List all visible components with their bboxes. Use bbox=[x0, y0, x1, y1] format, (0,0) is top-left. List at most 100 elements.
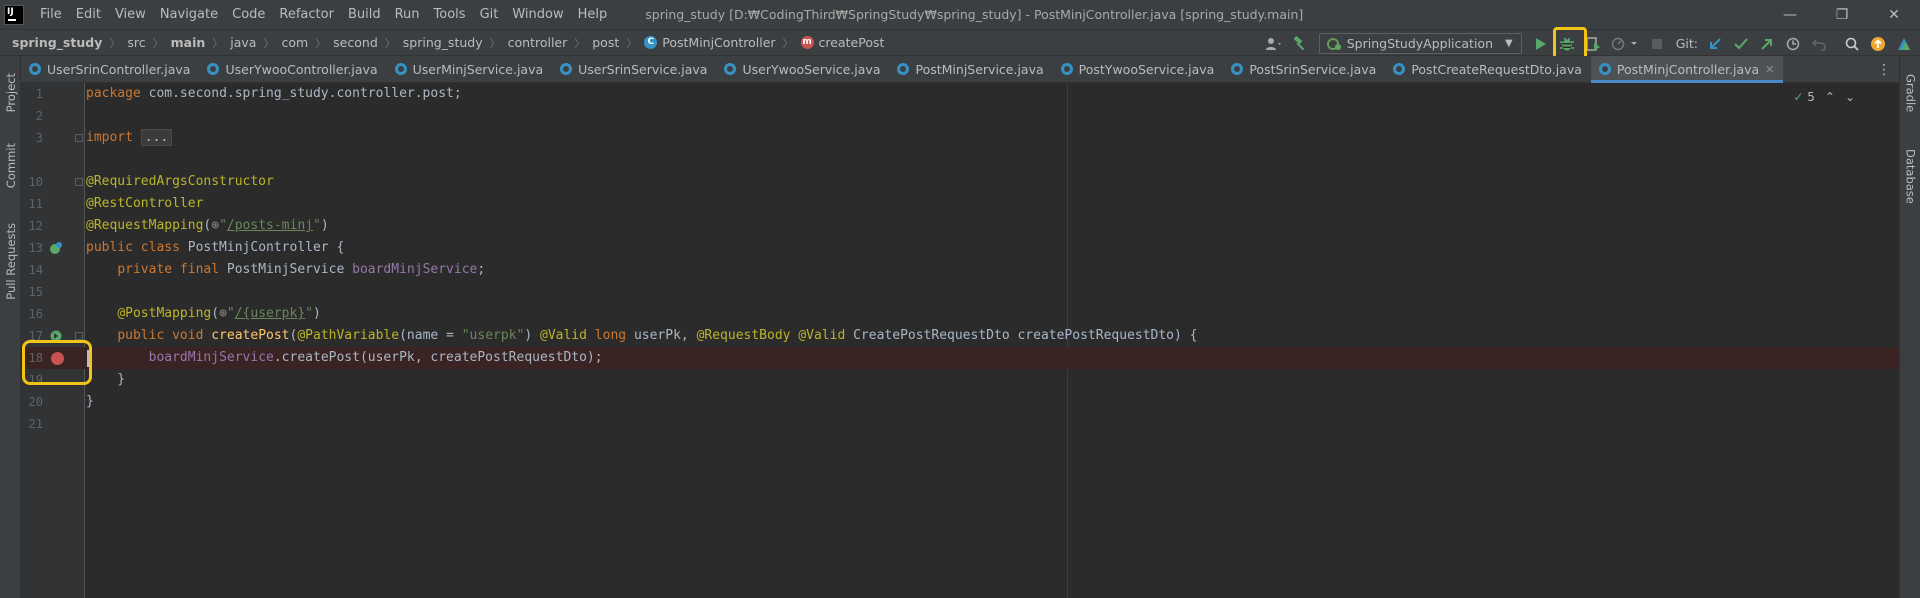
run-configuration-label: SpringStudyApplication bbox=[1346, 36, 1494, 51]
gradle-tool-tab[interactable]: Gradle bbox=[1900, 62, 1920, 124]
menu-build[interactable]: Build bbox=[348, 7, 381, 22]
line-number: 21 bbox=[28, 417, 43, 431]
class-icon: C bbox=[644, 36, 658, 49]
java-class-icon bbox=[724, 63, 737, 75]
java-class-icon bbox=[1598, 63, 1611, 75]
close-button[interactable]: ✕ bbox=[1868, 0, 1920, 29]
fold-icon[interactable] bbox=[75, 134, 83, 142]
tab-post-create-request-dto[interactable]: PostCreateRequestDto.java bbox=[1385, 56, 1591, 82]
build-hammer-icon[interactable] bbox=[1288, 33, 1312, 55]
menu-refactor[interactable]: Refactor bbox=[279, 7, 334, 22]
java-class-icon bbox=[207, 63, 220, 75]
more-tabs-icon[interactable]: ⋮ bbox=[1877, 62, 1891, 78]
project-tool-tab[interactable]: Project bbox=[0, 62, 21, 124]
profile-icon[interactable] bbox=[1607, 33, 1643, 55]
tab-user-srin-controller[interactable]: UserSrinController.java bbox=[21, 56, 199, 82]
crumb-method[interactable]: m createPost bbox=[800, 35, 884, 50]
run-configuration-select[interactable]: SpringStudyApplication ▼ bbox=[1318, 33, 1522, 54]
code-text: @RestController bbox=[86, 196, 204, 211]
tab-user-minj-service[interactable]: UserMinjService.java bbox=[387, 56, 553, 82]
search-icon[interactable] bbox=[1840, 33, 1864, 55]
code-line: 10 @RequiredArgsConstructor bbox=[21, 171, 1899, 193]
line-number: 12 bbox=[28, 219, 43, 233]
crumb-project[interactable]: spring_study bbox=[12, 35, 102, 50]
database-tool-tab[interactable]: Database bbox=[1900, 136, 1920, 216]
history-icon[interactable] bbox=[1781, 33, 1805, 55]
code-line: 16 @PostMapping(⊕"/{userpk}") bbox=[21, 303, 1899, 325]
intellij-logo-icon: IJ bbox=[4, 4, 24, 25]
method-icon: m bbox=[800, 36, 814, 49]
java-class-icon bbox=[1393, 63, 1406, 75]
code-text: boardMinjService.createPost(userPk, crea… bbox=[148, 350, 603, 365]
menu-view[interactable]: View bbox=[115, 7, 146, 22]
git-commit-icon[interactable] bbox=[1729, 33, 1753, 55]
fold-icon[interactable] bbox=[75, 178, 83, 186]
git-push-icon[interactable] bbox=[1755, 33, 1779, 55]
editor-tab-bar: UserSrinController.java UserYwooControll… bbox=[21, 56, 1899, 83]
crumb-class[interactable]: C PostMinjController bbox=[644, 35, 776, 50]
crumb-src[interactable]: src bbox=[127, 35, 145, 50]
tab-user-ywoo-service[interactable]: UserYwooService.java bbox=[716, 56, 889, 82]
code-editor[interactable]: ✓ 5 ⌃ ⌄ 1 package com.second.spring_stud… bbox=[21, 83, 1899, 598]
java-class-icon bbox=[560, 63, 573, 75]
navigation-bar: spring_study 〉 src 〉 main 〉 java 〉 com 〉 seco… bbox=[0, 29, 1920, 56]
plugin-icon[interactable] bbox=[1892, 33, 1916, 55]
commit-tool-tab[interactable]: Commit bbox=[0, 134, 21, 198]
tab-post-minj-controller[interactable]: PostMinjController.java ✕ bbox=[1590, 56, 1784, 83]
folded-imports[interactable]: ... bbox=[140, 129, 173, 146]
menu-file[interactable]: File bbox=[40, 7, 62, 22]
fold-icon[interactable] bbox=[75, 332, 83, 340]
code-line: 20 } bbox=[21, 391, 1899, 413]
code-line: 14 private final PostMinjService boardMi… bbox=[21, 259, 1899, 281]
menu-help[interactable]: Help bbox=[578, 7, 608, 22]
crumb-java[interactable]: java bbox=[230, 35, 256, 50]
restore-button[interactable]: ❐ bbox=[1816, 0, 1868, 29]
crumb-spring-study[interactable]: spring_study bbox=[403, 35, 483, 50]
menu-code[interactable]: Code bbox=[232, 7, 265, 22]
code-line: 12 @RequestMapping(⊕"/posts-minj") bbox=[21, 215, 1899, 237]
java-class-icon bbox=[1060, 63, 1073, 75]
crumb-second[interactable]: second bbox=[333, 35, 378, 50]
java-class-icon bbox=[1231, 63, 1244, 75]
crumb-com[interactable]: com bbox=[281, 35, 308, 50]
code-line: 13 public class PostMinjController { bbox=[21, 237, 1899, 259]
chevron-down-icon: ▼ bbox=[1505, 38, 1513, 49]
line-number: 2 bbox=[35, 109, 43, 123]
tab-user-srin-service[interactable]: UserSrinService.java bbox=[552, 56, 716, 82]
crumb-post[interactable]: post bbox=[592, 35, 619, 50]
pull-requests-tool-tab[interactable]: Pull Requests bbox=[0, 210, 21, 312]
close-tab-icon[interactable]: ✕ bbox=[1765, 63, 1774, 76]
java-class-icon bbox=[897, 63, 910, 75]
menu-tools[interactable]: Tools bbox=[434, 7, 466, 22]
menu-git[interactable]: Git bbox=[480, 7, 499, 22]
crumb-separator: 〉 bbox=[109, 36, 121, 50]
code-line: 1 package com.second.spring_study.contro… bbox=[21, 83, 1899, 105]
run-icon[interactable] bbox=[1529, 33, 1553, 55]
java-class-icon bbox=[394, 63, 407, 75]
right-tool-strip: Gradle Database bbox=[1899, 56, 1920, 598]
code-text: @RequiredArgsConstructor bbox=[86, 174, 274, 189]
code-line: 11 @RestController bbox=[21, 193, 1899, 215]
tab-post-ywoo-service[interactable]: PostYwooService.java bbox=[1053, 56, 1224, 82]
menu-window[interactable]: Window bbox=[512, 7, 563, 22]
rollback-icon[interactable] bbox=[1807, 33, 1831, 55]
git-update-icon[interactable] bbox=[1703, 33, 1727, 55]
crumb-main[interactable]: main bbox=[171, 35, 206, 50]
minimize-button[interactable]: — bbox=[1764, 0, 1816, 29]
line-number: 16 bbox=[28, 307, 43, 321]
user-icon[interactable] bbox=[1262, 33, 1286, 55]
menu-edit[interactable]: Edit bbox=[76, 7, 101, 22]
update-icon[interactable] bbox=[1866, 33, 1890, 55]
tab-user-ywoo-controller[interactable]: UserYwooController.java bbox=[199, 56, 386, 82]
code-text: @RequestMapping(⊕"/posts-minj") bbox=[86, 218, 329, 233]
tab-post-minj-service[interactable]: PostMinjService.java bbox=[889, 56, 1052, 82]
stop-icon[interactable] bbox=[1645, 33, 1669, 55]
line-number: 13 bbox=[28, 241, 43, 255]
code-line: 21 bbox=[21, 413, 1899, 435]
code-text: } bbox=[86, 394, 94, 409]
bean-icon[interactable] bbox=[49, 241, 63, 255]
menu-run[interactable]: Run bbox=[395, 7, 420, 22]
tab-post-srin-service[interactable]: PostSrinService.java bbox=[1223, 56, 1385, 82]
crumb-controller[interactable]: controller bbox=[508, 35, 568, 50]
menu-navigate[interactable]: Navigate bbox=[160, 7, 218, 22]
